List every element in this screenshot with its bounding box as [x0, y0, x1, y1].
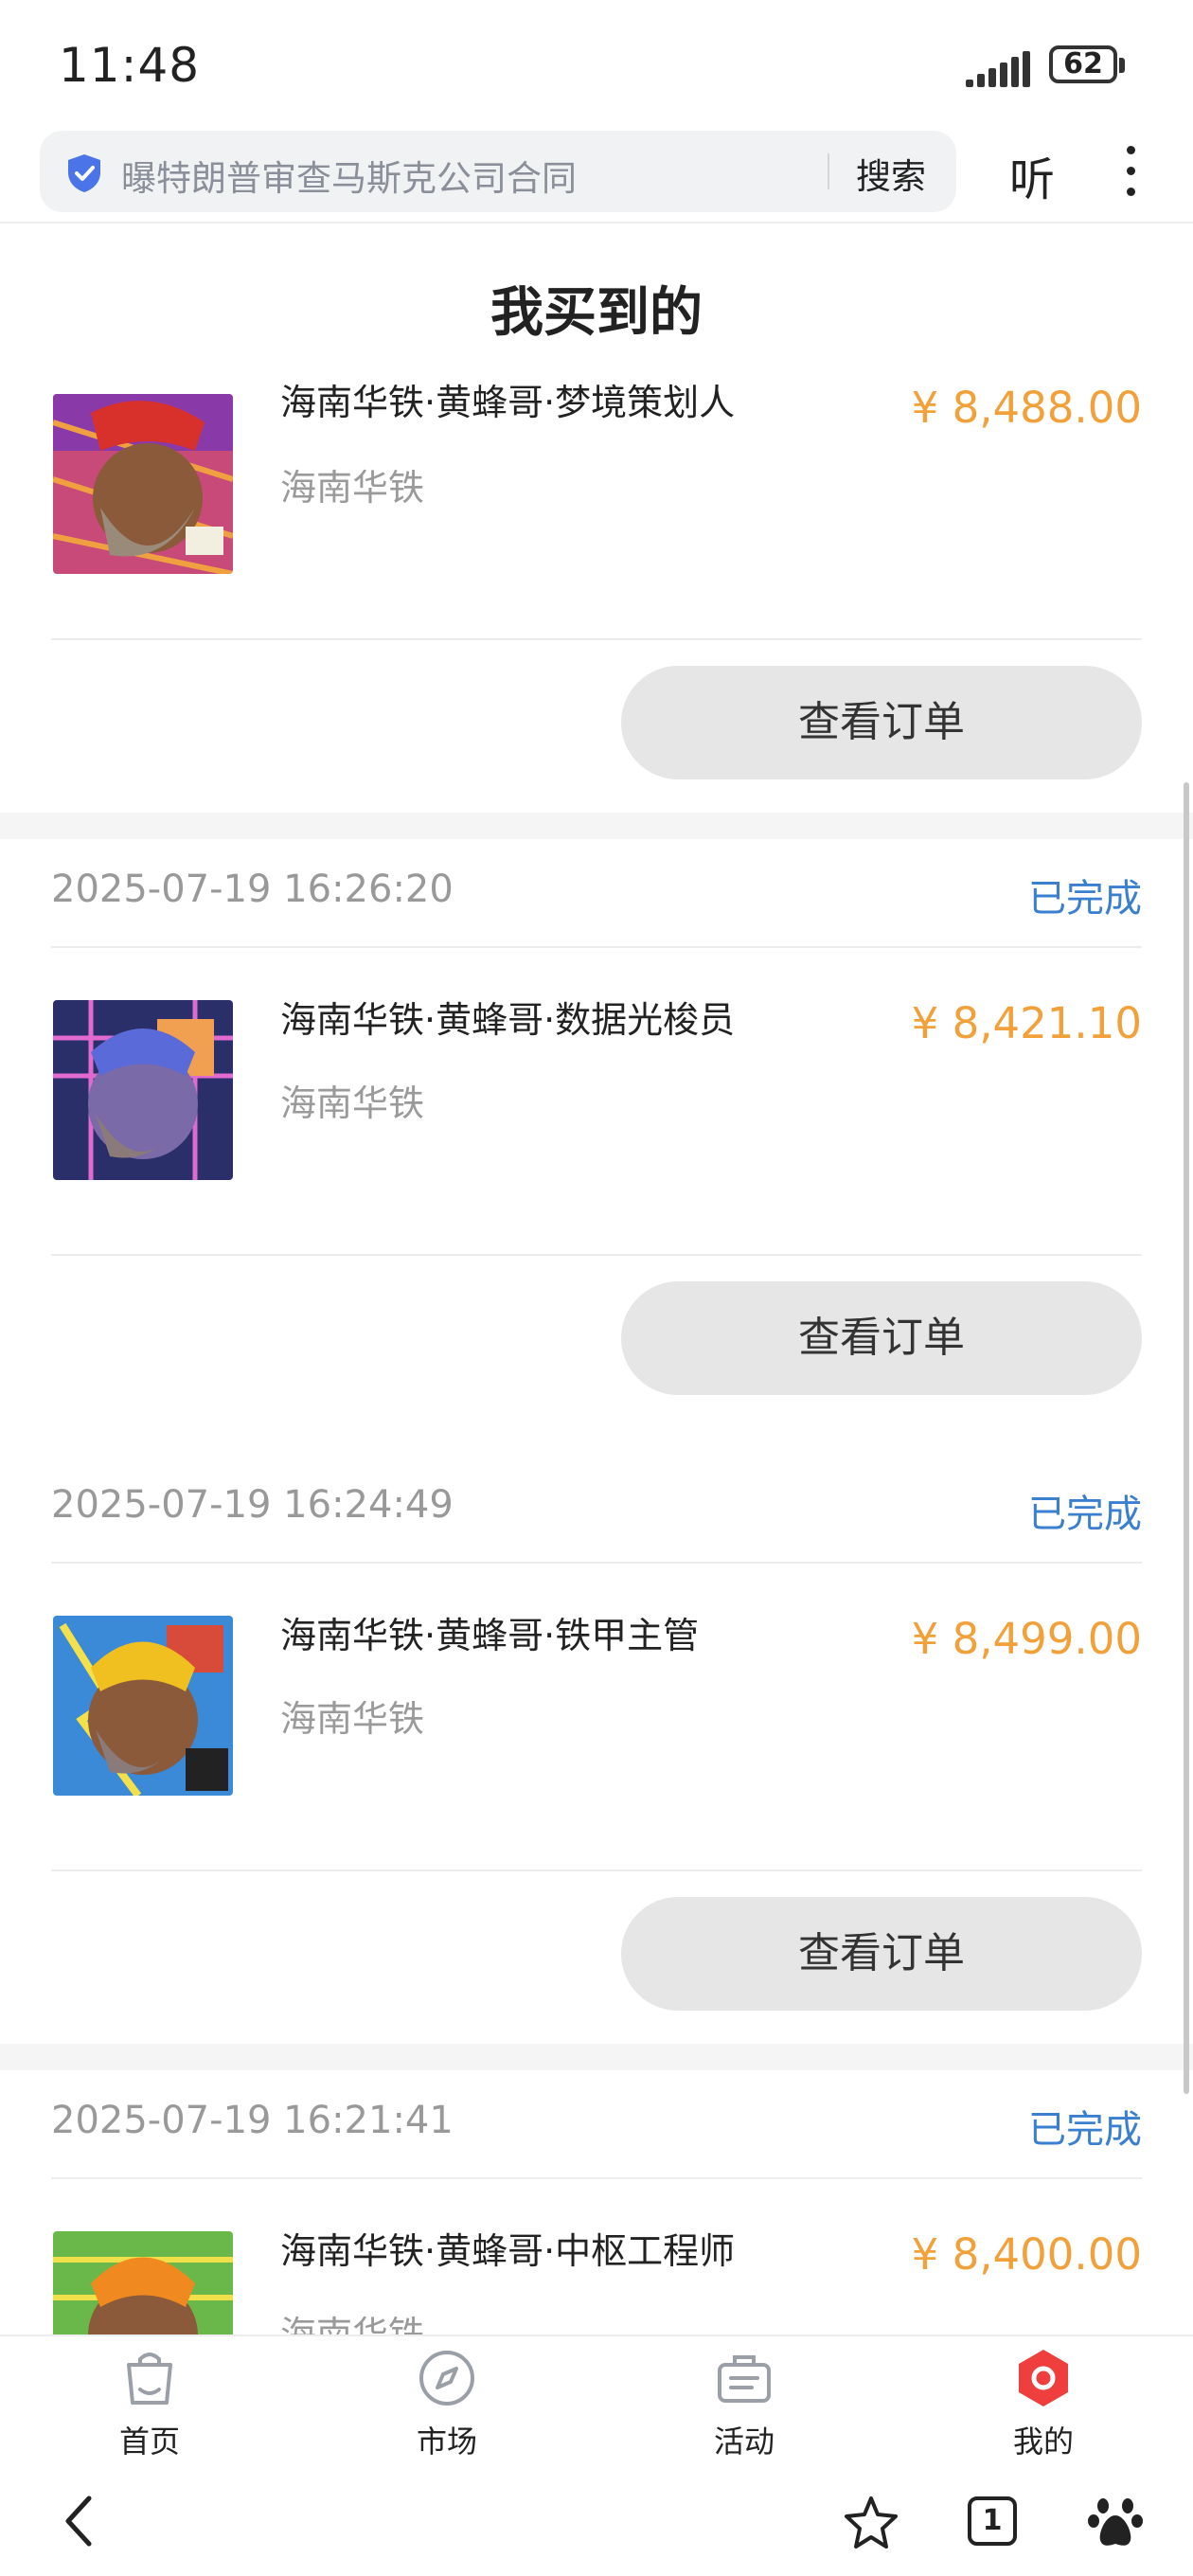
- product-name[interactable]: 海南华铁·黄蜂哥·数据光梭员: [280, 991, 735, 1043]
- shopping-bag-icon: [127, 2352, 172, 2405]
- order-status: 已完成: [1028, 877, 1142, 921]
- compass-icon: [419, 2351, 474, 2406]
- search-divider: [828, 153, 829, 189]
- tab-profile[interactable]: 我的: [949, 2336, 1138, 2464]
- signal-icon: [966, 49, 1034, 87]
- back-icon[interactable]: [57, 2493, 104, 2549]
- product-price: ¥ 8,488.00: [911, 383, 1142, 433]
- card-gap: [0, 2044, 1193, 2070]
- shop-name: 海南华铁: [280, 1698, 425, 1740]
- search-button[interactable]: 搜索: [856, 148, 926, 199]
- product-name[interactable]: 海南华铁·黄蜂哥·梦境策划人: [280, 379, 735, 425]
- tab-label: 我的: [1012, 2424, 1074, 2460]
- product-image[interactable]: [53, 1000, 233, 1180]
- order-status: 已完成: [1028, 2108, 1142, 2152]
- divider: [51, 1254, 1142, 1256]
- profile-icon: [1019, 2350, 1068, 2406]
- view-order-button[interactable]: 查看订单: [621, 1281, 1142, 1395]
- battery-level: 62: [1063, 47, 1103, 80]
- listen-button[interactable]: 听: [1009, 142, 1055, 208]
- bottom-tab-bar: 首页 市场 活动 我的: [0, 2334, 1193, 2464]
- status-time: 11:48: [59, 38, 201, 93]
- system-nav-bar: 1: [0, 2462, 1193, 2576]
- order-list[interactable]: 海南华铁·黄蜂哥·梦境策划人 海南华铁 ¥ 8,488.00 查看订单 2025…: [0, 379, 1193, 2334]
- tab-label: 市场: [416, 2424, 477, 2460]
- divider: [51, 946, 1142, 948]
- baidu-paw-icon[interactable]: [1087, 2493, 1144, 2549]
- shop-name: 海南华铁: [280, 1082, 425, 1124]
- tabs-count-icon[interactable]: 1: [968, 2496, 1017, 2546]
- divider: [51, 2177, 1142, 2179]
- divider: [51, 638, 1142, 640]
- divider: [51, 1869, 1142, 1871]
- tab-label: 首页: [118, 2424, 180, 2460]
- star-icon[interactable]: [843, 2495, 899, 2551]
- product-name[interactable]: 海南华铁·黄蜂哥·中枢工程师: [280, 2222, 735, 2274]
- divider: [51, 1562, 1142, 1564]
- briefcase-icon: [718, 2355, 771, 2403]
- page-title: 我买到的: [490, 282, 703, 344]
- tab-market[interactable]: 市场: [352, 2336, 542, 2464]
- order-status: 已完成: [1028, 1493, 1142, 1536]
- battery-icon: 62: [1049, 45, 1125, 87]
- view-order-button[interactable]: 查看订单: [621, 666, 1142, 779]
- shield-icon: [68, 154, 100, 192]
- shop-name: 海南华铁: [280, 467, 425, 509]
- product-price: ¥ 8,421.10: [911, 998, 1142, 1048]
- product-image[interactable]: [53, 1616, 233, 1796]
- product-price: ¥ 8,400.00: [911, 2229, 1142, 2280]
- tab-label: 活动: [713, 2424, 775, 2460]
- order-time: 2025-07-19 16:26:20: [51, 868, 454, 911]
- shop-name: 海南华铁: [280, 2314, 425, 2334]
- search-input[interactable]: 曝特朗普审查马斯克公司合同 搜索: [40, 131, 956, 212]
- more-menu-icon[interactable]: [1119, 144, 1142, 197]
- search-query: 曝特朗普审查马斯克公司合同: [121, 158, 577, 199]
- tab-activity[interactable]: 活动: [650, 2336, 839, 2464]
- order-time: 2025-07-19 16:21:41: [51, 2099, 454, 2142]
- product-image[interactable]: [53, 2231, 233, 2334]
- tab-home[interactable]: 首页: [55, 2336, 244, 2464]
- scrollbar[interactable]: [1184, 782, 1189, 2094]
- product-image[interactable]: [53, 394, 233, 574]
- status-bar: 11:48 62: [0, 0, 1193, 128]
- card-gap: [0, 813, 1193, 839]
- view-order-button[interactable]: 查看订单: [621, 1897, 1142, 2011]
- product-price: ¥ 8,499.00: [911, 1614, 1142, 1664]
- product-name[interactable]: 海南华铁·黄蜂哥·铁甲主管: [280, 1606, 699, 1658]
- order-time: 2025-07-19 16:24:49: [51, 1483, 454, 1527]
- header-divider: [0, 222, 1193, 224]
